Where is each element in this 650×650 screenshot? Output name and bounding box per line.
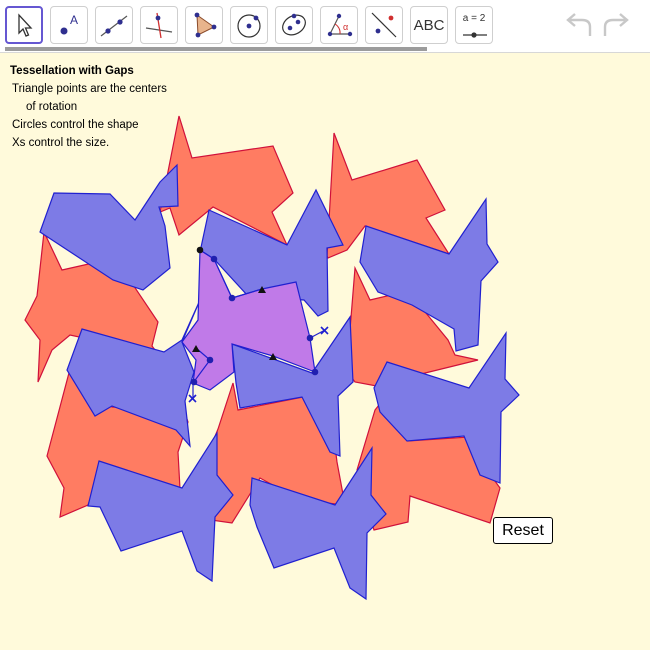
text-tool-button[interactable]: ABC xyxy=(410,6,448,44)
angle-icon: α xyxy=(327,13,353,37)
instruction-line: Triangle points are the centers xyxy=(12,83,167,95)
ellipse-icon xyxy=(282,13,306,36)
shape-control-point[interactable] xyxy=(311,368,319,376)
polygon-icon xyxy=(194,12,217,38)
point-tool-label: A xyxy=(70,13,78,27)
toolbar-scrollbar[interactable] xyxy=(5,47,427,51)
size-control-x[interactable] xyxy=(320,326,329,335)
move-tool-button[interactable] xyxy=(5,6,43,44)
line-through-points-icon xyxy=(100,15,128,37)
instruction-line: of rotation xyxy=(26,101,78,113)
redo-icon[interactable] xyxy=(600,12,632,40)
shape-control-point[interactable] xyxy=(206,356,214,364)
reflect-tool-button[interactable] xyxy=(365,6,403,44)
shape-control-point[interactable] xyxy=(306,334,314,342)
cursor-arrow-icon xyxy=(18,13,33,37)
shape-control-point[interactable] xyxy=(228,294,236,302)
shape-control-point[interactable] xyxy=(196,246,204,254)
text-tool-label: ABC xyxy=(413,16,445,34)
circle-center-point-icon xyxy=(237,14,261,38)
slider-icon xyxy=(463,32,487,38)
polygon-tool-button[interactable] xyxy=(185,6,223,44)
instruction-line: Circles control the shape xyxy=(12,119,139,131)
point-tool-button[interactable]: A xyxy=(50,6,88,44)
undo-icon[interactable] xyxy=(563,12,595,40)
angle-tool-label: α xyxy=(343,22,348,32)
ellipse-tool-button[interactable] xyxy=(275,6,313,44)
canvas-title: Tessellation with Gaps xyxy=(10,65,134,77)
angle-tool-button[interactable]: α xyxy=(320,6,358,44)
toolbar: A α ABC a = 2 xyxy=(0,0,650,53)
line-tool-button[interactable] xyxy=(95,6,133,44)
shape-control-point[interactable] xyxy=(210,255,218,263)
instructions-text: Tessellation with Gaps Triangle points a… xyxy=(10,62,167,152)
instruction-line: Xs control the size. xyxy=(12,137,110,149)
perpendicular-tool-button[interactable] xyxy=(140,6,178,44)
slider-tool-button[interactable]: a = 2 xyxy=(455,6,493,44)
reflect-about-line-icon xyxy=(371,12,397,38)
reset-button[interactable]: Reset xyxy=(493,517,553,544)
circle-tool-button[interactable] xyxy=(230,6,268,44)
shape-control-point[interactable] xyxy=(190,378,198,386)
perpendicular-line-icon xyxy=(145,12,173,39)
point-label-icon: A xyxy=(60,13,78,35)
